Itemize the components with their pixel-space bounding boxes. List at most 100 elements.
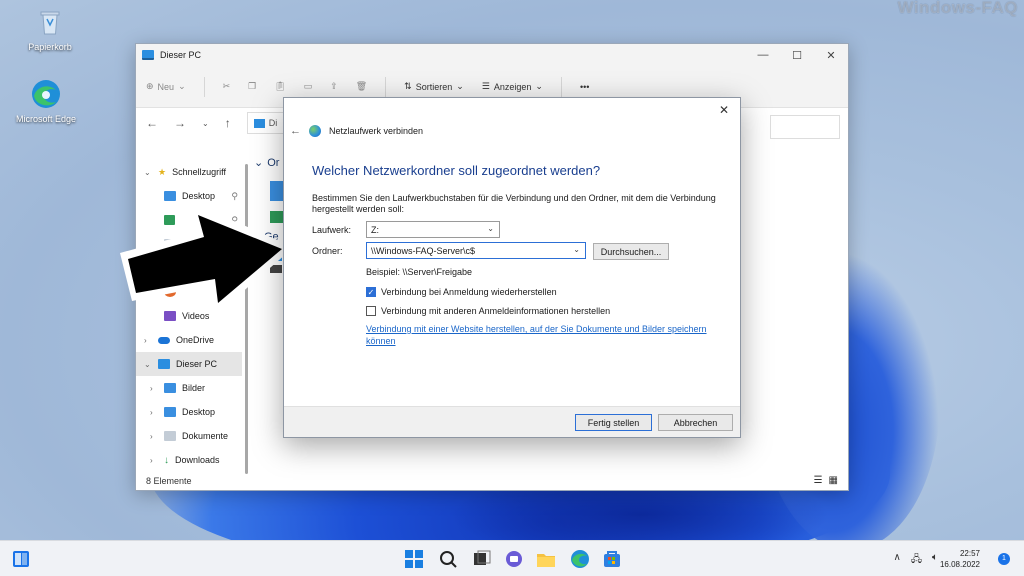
tiles-view-icon[interactable]: ▦ [829,475,838,486]
this-pc-icon [158,359,170,369]
start-button[interactable] [404,549,424,569]
chevron-down-icon: ⌄ [535,81,543,91]
status-bar-count: 8 Elemente [146,476,192,486]
recent-chevron-icon[interactable]: ⌄ [202,119,209,128]
details-view-icon[interactable]: ☰ [814,475,823,486]
chevron-down-icon: ⌄ [254,157,264,169]
task-view-button[interactable] [472,549,492,569]
store-taskbar-button[interactable] [602,549,622,569]
share-icon: ⇪ [330,81,338,91]
group-header-folders[interactable]: ⌄ Or [254,156,284,170]
chevron-down-icon: ⌄ [573,245,580,254]
rename-button[interactable]: ▭ [304,81,313,92]
dialog-footer: Fertig stellen Abbrechen [284,406,740,437]
chevron-right-icon: › [150,455,153,465]
cut-button[interactable]: ✂ [223,81,231,92]
search-button[interactable] [438,549,458,569]
map-network-drive-dialog: ✕ ← Netzlaufwerk verbinden Welcher Netzw… [283,97,741,438]
browse-button[interactable]: Durchsuchen... [593,243,669,260]
recycle-bin-icon [34,6,66,38]
maximize-button[interactable]: ☐ [780,49,814,62]
forward-icon[interactable]: → [174,116,186,130]
website-connect-link[interactable]: Verbindung mit einer Website herstellen,… [366,323,726,347]
drive-value: Z: [371,224,379,235]
nav-item-desktop[interactable]: › Desktop [136,400,242,424]
pictures-folder-icon [164,383,176,393]
chevron-down-icon: ⌄ [178,81,186,91]
tray-overflow-chevron-icon[interactable]: ∧ [894,552,901,569]
other-credentials-label: Verbindung mit anderen Anmeldeinformatio… [381,306,611,316]
reconnect-checkbox[interactable]: ✓ Verbindung bei Anmeldung wiederherstel… [366,287,557,297]
chat-button[interactable] [504,549,524,569]
search-input[interactable] [770,115,840,139]
explorer-titlebar[interactable]: Dieser PC — ☐ ✕ [136,44,848,66]
nav-item-quick-access[interactable]: ⌄ ★ Schnellzugriff [136,160,242,184]
nav-item-bilder[interactable]: › Bilder [136,376,242,400]
cancel-button[interactable]: Abbrechen [658,414,733,431]
nav-item-onedrive[interactable]: › OneDrive [136,328,242,352]
chevron-down-icon: ⌄ [456,81,464,91]
network-icon[interactable]: 🖧︎ [911,552,922,569]
nav-item-downloads[interactable]: › ↓ Downloads [136,448,242,472]
desktop-icon-label: Papierkorb [28,42,72,52]
desktop-icon-label: Microsoft Edge [15,114,77,124]
view-toggles: ☰ ▦ [814,475,838,486]
desktop-icon-recycle-bin[interactable]: Papierkorb [18,6,82,52]
annotation-arrow-icon [120,203,294,315]
clock-time: 22:57 [959,549,980,558]
copy-button[interactable]: ❐ [248,81,256,92]
nav-item-this-pc[interactable]: ⌄ Dieser PC [136,352,242,376]
view-button[interactable]: ☰ Anzeigen ⌄ [482,81,543,92]
nav-label: OneDrive [176,335,215,345]
sort-icon: ⇅ [404,81,412,91]
toolbar-divider [203,76,205,97]
edge-taskbar-button[interactable] [570,549,590,569]
widgets-icon [13,551,29,567]
share-button[interactable]: ⇪ [330,81,338,92]
drive-select[interactable]: Z: ⌄ [366,221,500,238]
clock-date: 16.08.2022 [939,560,980,569]
checkbox-checked-icon: ✓ [366,287,376,297]
chevron-down-icon: ⌄ [487,224,494,233]
sort-button[interactable]: ⇅ Sortieren ⌄ [404,81,464,92]
delete-button[interactable]: 🗑︎ [356,81,367,92]
desktop-icon-edge[interactable]: Microsoft Edge [14,78,78,124]
back-arrow-icon[interactable]: ← [290,125,301,137]
up-icon[interactable]: ↑ [225,116,231,130]
documents-folder-icon [164,431,176,441]
paste-button[interactable]: 📋︎ [274,81,285,92]
finish-button[interactable]: Fertig stellen [575,414,652,431]
dialog-close-button[interactable]: ✕ [716,102,732,118]
chevron-right-icon: › [144,335,147,345]
widgets-button[interactable] [12,550,30,568]
volume-icon[interactable]: 🔈︎ [932,552,938,569]
toolbar-divider [560,76,562,97]
copy-icon: ❐ [248,81,257,91]
paste-icon: 📋︎ [274,81,286,91]
nav-label: Schnellzugriff [172,167,226,177]
nav-label: Desktop [182,407,216,417]
this-pc-icon [253,118,265,128]
task-view-icon [474,550,491,565]
system-tray: ∧ 🖧︎ 🔈︎ [894,552,938,569]
view-label: Anzeigen [493,81,532,92]
more-button[interactable]: ••• [580,82,589,92]
other-credentials-checkbox[interactable]: Verbindung mit anderen Anmeldeinformatio… [366,306,610,316]
minimize-button[interactable]: — [746,49,780,62]
file-explorer-taskbar-button[interactable] [536,549,556,569]
group-header-text: Or [267,156,280,169]
nav-item-dokumente[interactable]: › Dokumente [136,424,242,448]
watermark: Windows-FAQ [897,0,1018,17]
chevron-right-icon: › [150,431,153,441]
toolbar-divider [385,76,387,97]
clock[interactable]: 22:57 16.08.2022 [940,548,980,570]
address-input[interactable]: Di [246,112,287,134]
scissors-icon: ✂ [222,81,231,91]
reconnect-label: Verbindung bei Anmeldung wiederherstelle… [381,287,557,297]
new-button[interactable]: ⊕ Neu ⌄ [146,81,186,92]
back-icon[interactable]: ← [146,116,158,130]
folder-input[interactable]: \\Windows-FAQ-Server\c$ ⌄ [366,242,586,259]
close-button[interactable]: ✕ [814,49,848,62]
notification-badge[interactable]: 1 [998,553,1010,565]
taskbar: ∧ 🖧︎ 🔈︎ 22:57 16.08.2022 1 [0,540,1024,576]
